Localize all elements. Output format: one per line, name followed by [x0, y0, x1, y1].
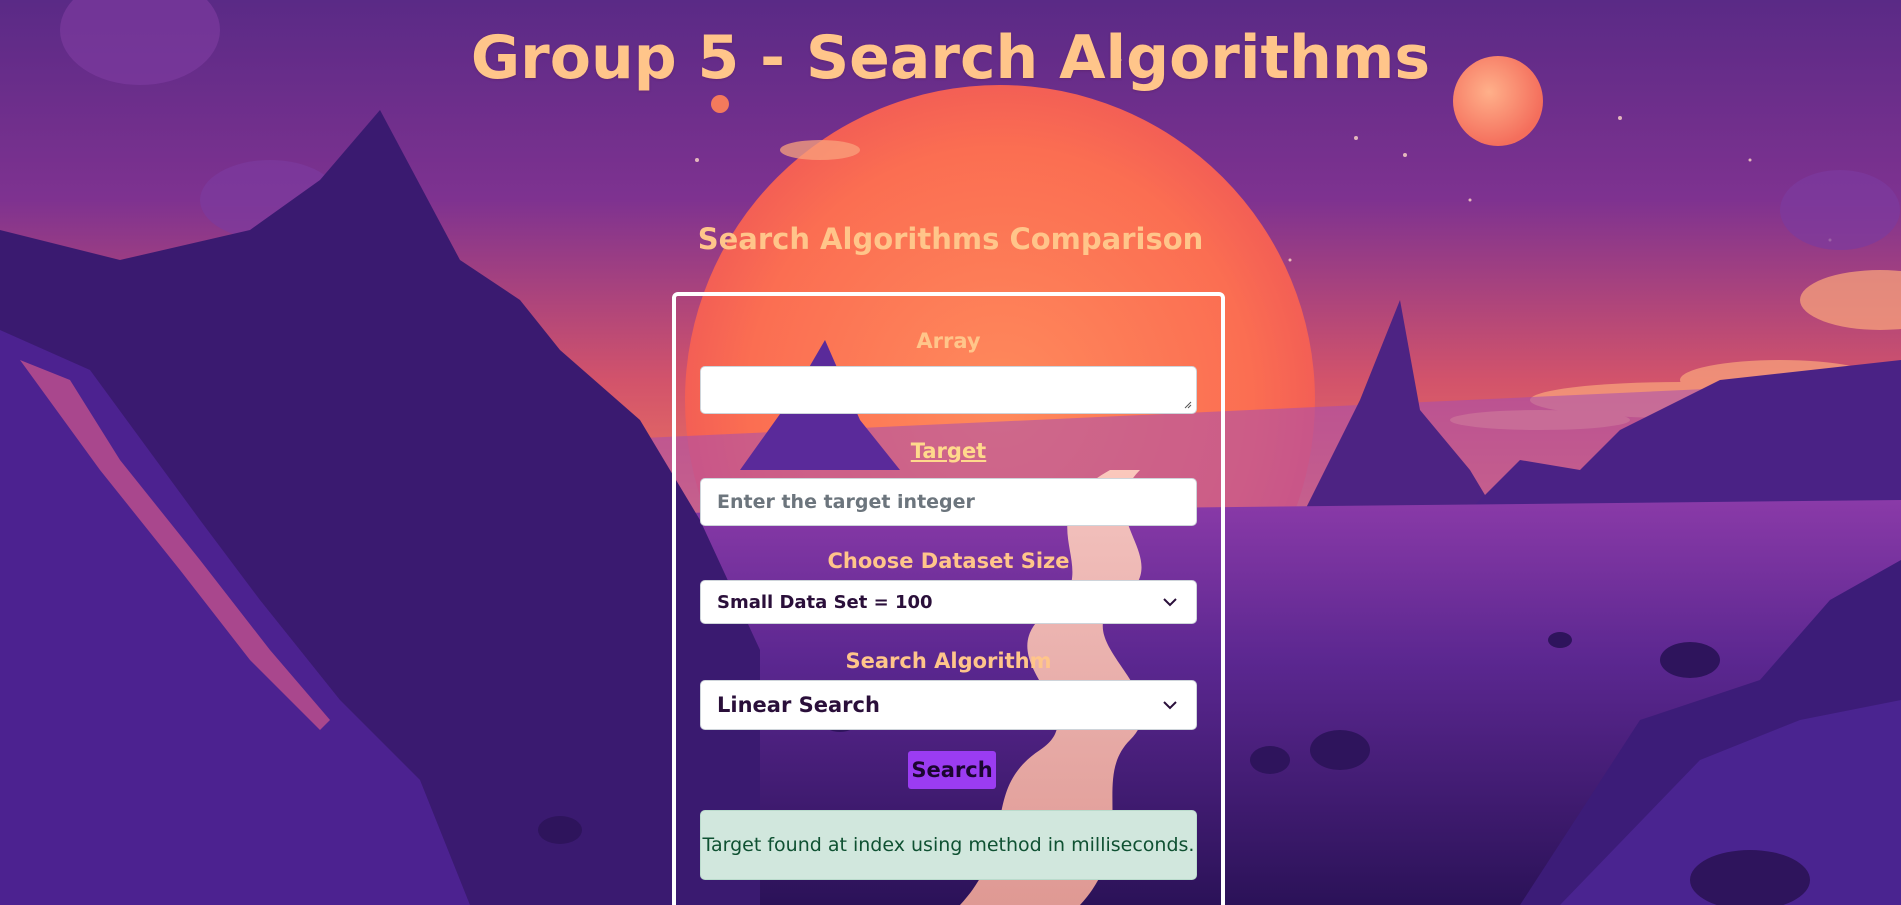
chevron-down-icon [1163, 598, 1177, 607]
page-subtitle: Search Algorithms Comparison [697, 222, 1204, 256]
search-algorithm-label: Search Algorithm [845, 649, 1052, 673]
target-label: Target [910, 439, 987, 463]
result-message: Target found at index using method in mi… [702, 834, 1195, 856]
chevron-down-icon [1163, 701, 1177, 710]
dataset-size-selected: Small Data Set = 100 [717, 591, 933, 613]
page-title: Group 5 - Search Algorithms [470, 23, 1431, 93]
search-form-panel: Array Target Enter the target integer Ch… [672, 292, 1225, 905]
target-input-placeholder: Enter the target integer [717, 491, 975, 513]
target-input[interactable]: Enter the target integer [700, 478, 1197, 526]
search-algorithm-selected: Linear Search [717, 693, 880, 717]
page-content: Group 5 - Search Algorithms Search Algor… [0, 0, 1901, 905]
dataset-size-select[interactable]: Small Data Set = 100 [700, 580, 1197, 624]
array-label: Array [916, 329, 981, 353]
search-button[interactable]: Search [908, 751, 996, 789]
dataset-size-label: Choose Dataset Size [827, 549, 1070, 573]
array-textarea[interactable] [700, 366, 1197, 414]
resize-grip-icon[interactable] [1184, 401, 1192, 409]
result-alert: Target found at index using method in mi… [700, 810, 1197, 880]
search-algorithm-select[interactable]: Linear Search [700, 680, 1197, 730]
